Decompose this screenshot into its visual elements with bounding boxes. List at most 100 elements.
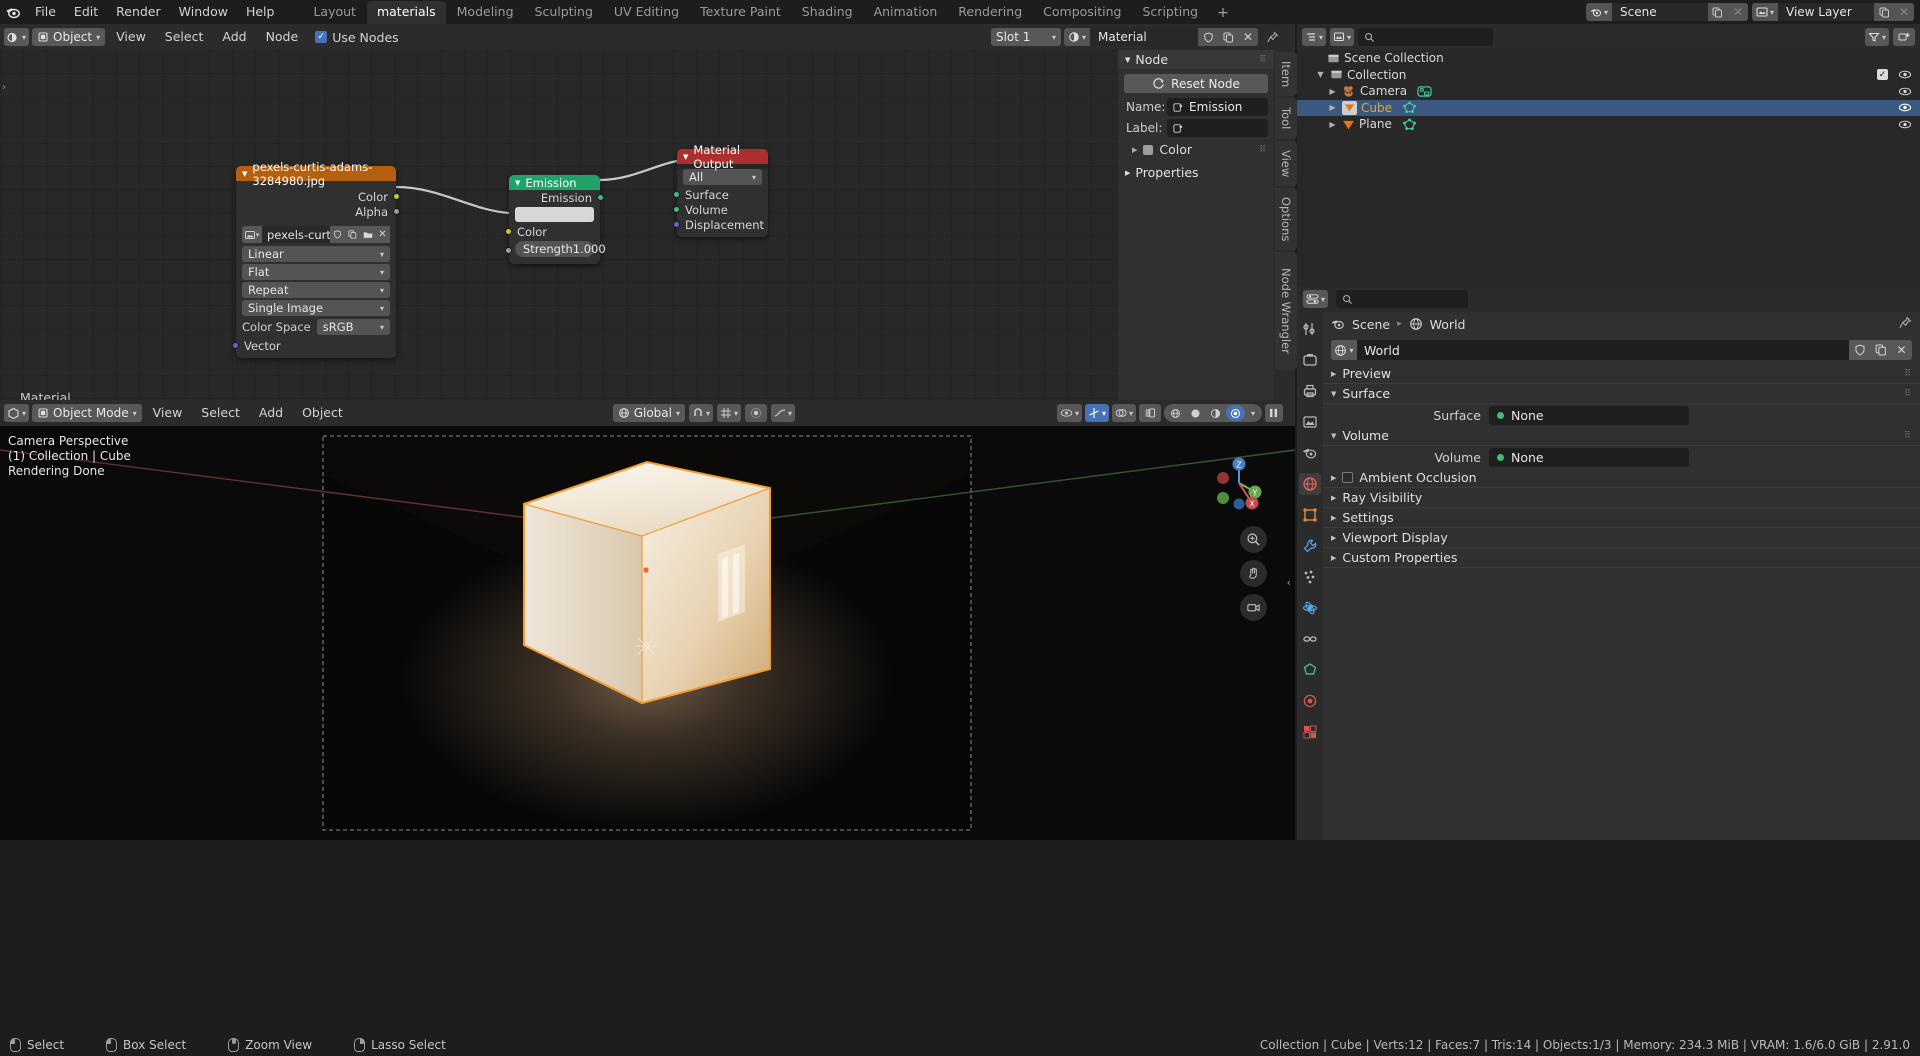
node-header[interactable]: ▼ Emission [509, 175, 600, 190]
breadcrumb-world[interactable]: World [1430, 317, 1466, 332]
outliner-row-scene-collection[interactable]: Scene Collection [1297, 50, 1920, 67]
add-workspace-button[interactable]: + [1209, 2, 1237, 24]
canvas-expand-arrow-icon[interactable]: › [2, 82, 6, 93]
view-layer-selector[interactable]: ▾ View Layer ✕ [1751, 3, 1914, 21]
mesh-data-icon[interactable] [1402, 101, 1417, 114]
node-header[interactable]: ▼ Material Output [677, 143, 768, 171]
properties-tab-data[interactable] [1299, 659, 1321, 681]
color-space-dropdown[interactable]: sRGB ▾ [316, 319, 390, 335]
interpolation-dropdown[interactable]: Linear ▾ [242, 246, 390, 262]
shield-icon[interactable] [1198, 28, 1218, 46]
xray-icon[interactable] [1138, 404, 1161, 422]
panel-volume[interactable]: ▼ Volume ⠿ [1323, 426, 1920, 446]
expand-triangle-icon[interactable]: ▶ [1327, 103, 1338, 112]
image-fake-user-icon[interactable] [330, 226, 345, 243]
properties-tab-view-layer[interactable] [1299, 411, 1321, 433]
tab-texture-paint[interactable]: Texture Paint [690, 1, 791, 24]
node-output-color[interactable]: Color [236, 189, 400, 204]
expand-triangle-icon[interactable]: ▶ [1327, 120, 1338, 129]
node-input-displacement[interactable]: Displacement [673, 217, 768, 232]
material-datablock[interactable]: ▾ Material ✕ [1063, 28, 1258, 46]
world-icon[interactable]: ▾ [1331, 340, 1357, 360]
overlays-icon[interactable]: ▾ [1111, 404, 1136, 422]
viewport-menu-object[interactable]: Object [294, 404, 351, 422]
viewport-canvas[interactable]: Camera Perspective (1) Collection | Cube… [0, 426, 1295, 840]
navigation-gizmo[interactable]: Z Y X [1208, 452, 1270, 514]
node-canvas[interactable]: ▼ pexels-curtis-adams-3284980.jpg Color … [0, 50, 1118, 400]
world-fake-user-icon[interactable] [1849, 340, 1870, 360]
eye-icon[interactable] [1898, 102, 1912, 113]
outliner-icon[interactable]: ▾ [1302, 28, 1327, 46]
node-input-vector[interactable]: Vector [232, 338, 396, 353]
collapse-triangle-icon[interactable]: ▼ [515, 179, 520, 187]
sidebar-tab-node-wrangler[interactable]: Node Wrangler [1275, 252, 1297, 371]
panel-viewport-display[interactable]: ▶ Viewport Display [1323, 528, 1920, 548]
menu-window[interactable]: Window [170, 2, 237, 22]
proportional-edit-icon[interactable] [745, 404, 768, 422]
node-menu-add[interactable]: Add [214, 28, 254, 46]
image-icon[interactable]: ▾ [242, 226, 262, 243]
node-menu-view[interactable]: View [108, 28, 154, 46]
shading-mode-group[interactable]: ▾ [1163, 404, 1262, 422]
outliner-display-mode-icon[interactable]: ▾ [1330, 28, 1355, 46]
material-duplicate-icon[interactable] [1218, 28, 1238, 46]
view-layer-duplicate-icon[interactable] [1874, 3, 1894, 21]
expand-triangle-icon[interactable]: ▶ [1327, 87, 1338, 96]
visibility-icon[interactable]: ▾ [1056, 404, 1082, 422]
node-menu-node[interactable]: Node [258, 28, 307, 46]
properties-search-input[interactable] [1336, 290, 1469, 308]
object-mode-dropdown[interactable]: Object Mode ▾ [32, 404, 142, 422]
volume-value-dropdown[interactable]: None [1489, 447, 1689, 467]
material-icon[interactable]: ▾ [1063, 28, 1090, 46]
node-input-volume[interactable]: Volume [673, 202, 768, 217]
use-nodes-checkbox[interactable]: ✓ Use Nodes [309, 30, 404, 45]
eye-icon[interactable] [1898, 86, 1912, 97]
snap-magnet-icon[interactable]: ▾ [688, 404, 713, 422]
shading-solid-icon[interactable] [1186, 405, 1205, 421]
zoom-tool-icon[interactable] [1240, 526, 1267, 553]
surface-value-dropdown[interactable]: None [1489, 405, 1689, 425]
properties-icon[interactable]: ▾ [1303, 290, 1329, 308]
panel-ambient-occlusion[interactable]: ▶ Ambient Occlusion [1323, 468, 1920, 488]
properties-tab-material[interactable] [1299, 690, 1321, 712]
extension-dropdown[interactable]: Repeat ▾ [242, 282, 390, 298]
image-open-folder-icon[interactable] [360, 226, 375, 243]
shader-editor-icon[interactable]: ▾ [4, 28, 30, 46]
socket-color-input[interactable] [505, 228, 512, 235]
image-name-field[interactable]: pexels-curtis-ada... [262, 226, 330, 243]
eye-icon[interactable] [1898, 69, 1912, 80]
transform-orientation-dropdown[interactable]: Global ▾ [612, 404, 685, 422]
tab-sculpting[interactable]: Sculpting [525, 1, 603, 24]
node-panel-header[interactable]: ▼ Node ⠿ [1118, 50, 1274, 69]
shading-dropdown-chevron-icon[interactable]: ▾ [1246, 405, 1260, 421]
filter-icon[interactable]: ▾ [1864, 28, 1889, 46]
tab-uv-editing[interactable]: UV Editing [604, 1, 689, 24]
material-name-field[interactable]: Material [1090, 28, 1198, 46]
viewport-menu-add[interactable]: Add [251, 404, 291, 422]
view-layer-unlink-icon[interactable]: ✕ [1894, 3, 1914, 21]
properties-tab-particles[interactable] [1299, 566, 1321, 588]
menu-edit[interactable]: Edit [65, 2, 107, 22]
properties-tab-texture[interactable] [1299, 721, 1321, 743]
tab-rendering[interactable]: Rendering [948, 1, 1032, 24]
emission-strength-field[interactable]: Strength 1.000 [515, 241, 606, 257]
shading-rendered-icon[interactable] [1225, 405, 1245, 421]
shading-material-preview-icon[interactable] [1206, 405, 1225, 421]
socket-surface[interactable] [673, 191, 680, 198]
panel-surface[interactable]: ▼ Surface ⠿ [1323, 384, 1920, 404]
node-color-row[interactable]: ▶ Color ⠿ [1118, 140, 1274, 159]
node-input-surface[interactable]: Surface [673, 187, 768, 202]
properties-tab-object[interactable] [1299, 504, 1321, 526]
socket-displacement[interactable] [673, 221, 680, 228]
pan-hand-icon[interactable] [1240, 560, 1267, 587]
shading-wireframe-icon[interactable] [1166, 405, 1185, 421]
pause-render-icon[interactable] [1264, 404, 1283, 422]
outliner-search-input[interactable] [1358, 28, 1494, 46]
node-properties-panel-header[interactable]: ▶ Properties [1118, 163, 1274, 182]
world-name-field[interactable]: World [1357, 340, 1849, 360]
node-image-texture[interactable]: ▼ pexels-curtis-adams-3284980.jpg Color … [232, 160, 400, 358]
node-color-swatch[interactable] [1143, 144, 1154, 155]
tab-layout[interactable]: Layout [303, 1, 366, 24]
pin-icon[interactable] [1898, 316, 1912, 333]
node-name-input[interactable]: Emission [1167, 98, 1268, 116]
